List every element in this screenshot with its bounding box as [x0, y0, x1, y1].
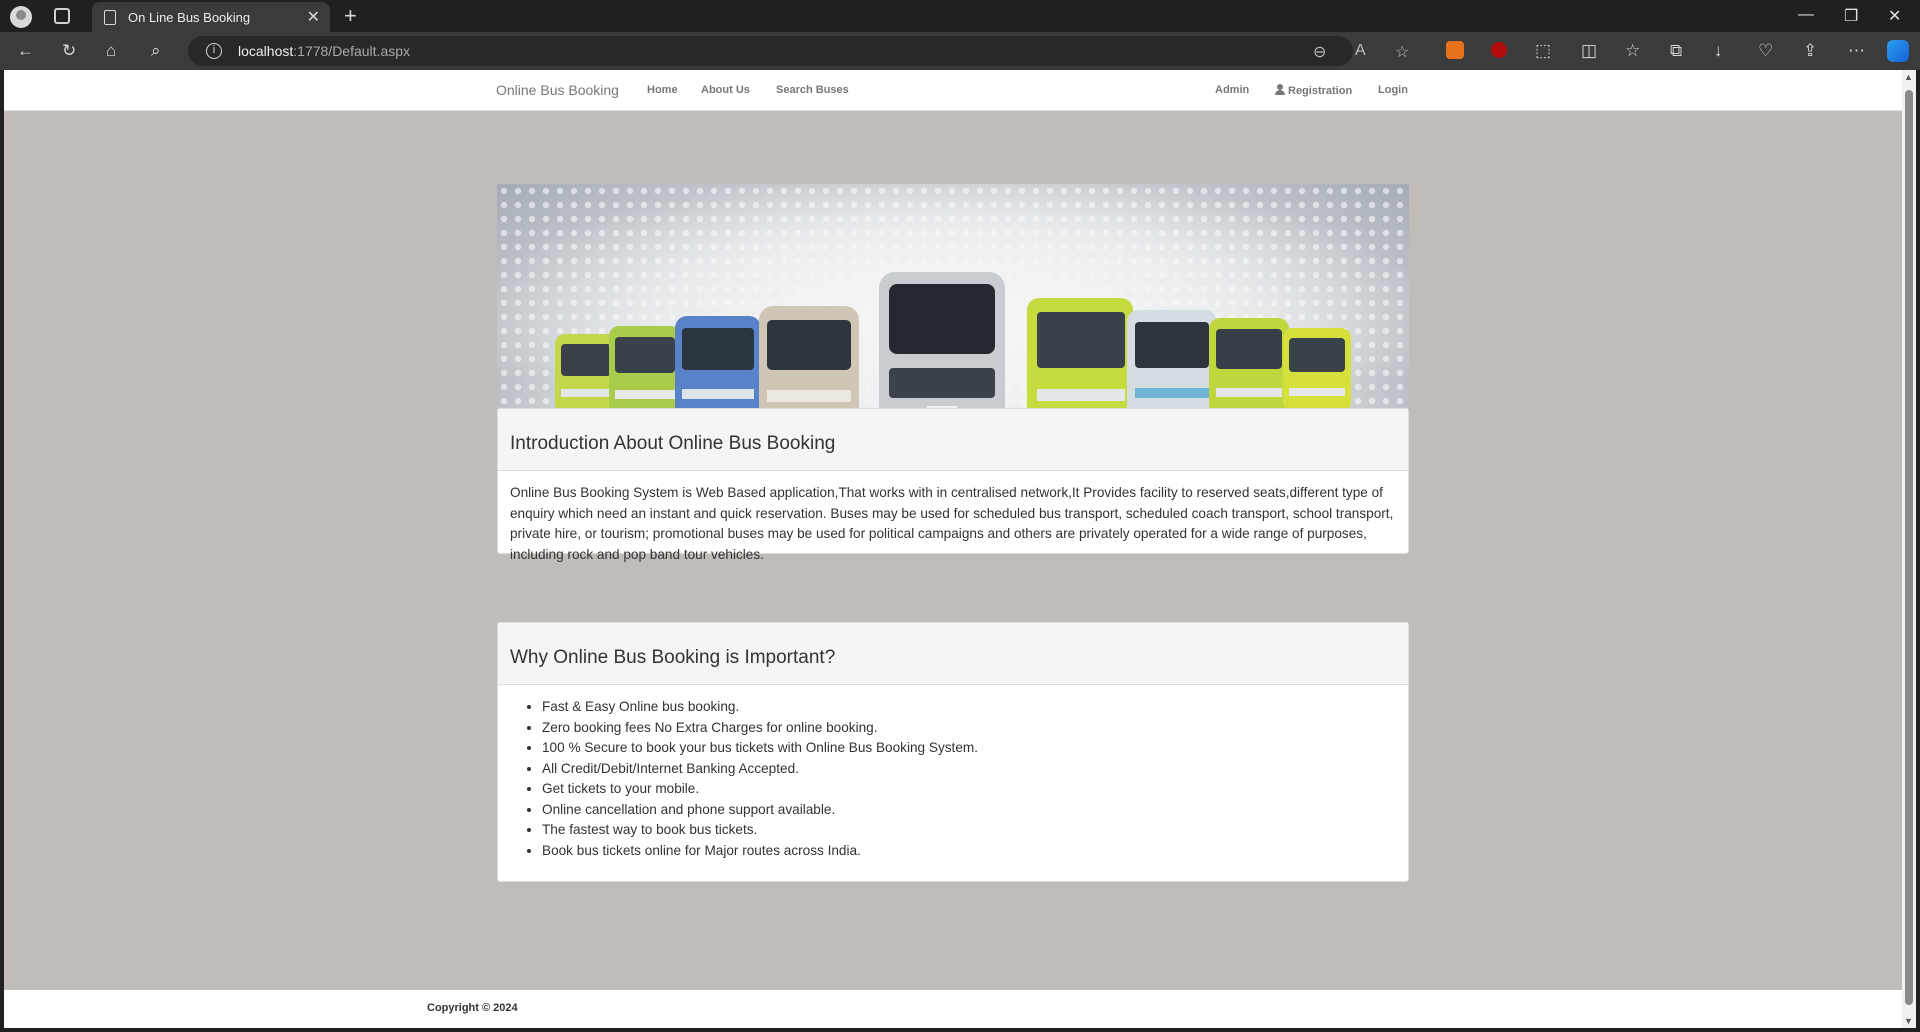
ublock-extension-icon[interactable] [1491, 42, 1507, 58]
why-panel: Why Online Bus Booking is Important? Fas… [497, 622, 1409, 882]
nav-home[interactable]: Home [647, 84, 678, 96]
downloads-icon[interactable]: ↓ [1714, 41, 1723, 61]
page-document-icon [104, 10, 116, 25]
page-scrollbar[interactable]: ▲ ▼ [1902, 70, 1916, 1028]
list-item: All Credit/Debit/Internet Banking Accept… [542, 759, 1396, 780]
nav-login[interactable]: Login [1378, 84, 1408, 96]
bus-right-2 [1127, 310, 1217, 420]
share-icon[interactable]: ⇪ [1803, 41, 1817, 61]
nav-registration[interactable]: Registration [1275, 84, 1352, 97]
address-bar[interactable]: i localhost:1778/Default.aspx ⊖ A ☆ [188, 36, 1409, 66]
nav-search-buses[interactable]: Search Buses [776, 84, 849, 96]
why-heading: Why Online Bus Booking is Important? [498, 623, 1408, 685]
list-item: Zero booking fees No Extra Charges for o… [542, 718, 1396, 739]
intro-text: Online Bus Booking System is Web Based a… [510, 485, 1394, 562]
scroll-down-icon[interactable]: ▼ [1904, 1016, 1913, 1026]
home-icon[interactable]: ⌂ [106, 41, 116, 61]
minimize-icon[interactable]: — [1798, 6, 1814, 24]
refresh-icon[interactable]: ↻ [62, 41, 76, 61]
restore-icon[interactable]: ❐ [1844, 6, 1858, 26]
site-navbar: Online Bus Booking Home About Us Search … [4, 70, 1902, 111]
bus-left-1 [555, 334, 617, 414]
window-close-icon[interactable]: ✕ [1888, 6, 1901, 26]
performance-icon[interactable]: ♡ [1758, 41, 1773, 61]
list-item: Fast & Easy Online bus booking. [542, 697, 1396, 718]
bus-left-2 [609, 326, 681, 418]
list-item: 100 % Secure to book your bus tickets wi… [542, 738, 1396, 759]
bus-right-1 [1027, 298, 1133, 424]
why-body: Fast & Easy Online bus booking. Zero boo… [498, 685, 1408, 861]
nav-registration-label: Registration [1288, 85, 1353, 97]
intro-heading: Introduction About Online Bus Booking [498, 409, 1408, 471]
list-item: Book bus tickets online for Major routes… [542, 841, 1396, 862]
search-icon[interactable]: ⌕ [151, 41, 161, 61]
bus-left-3 [675, 316, 761, 422]
page-viewport: Online Bus Booking Home About Us Search … [4, 70, 1902, 1028]
window-frame-right [1916, 70, 1920, 1032]
read-aloud-icon[interactable]: A [1355, 42, 1366, 60]
nav-about-us[interactable]: About Us [701, 84, 750, 96]
favorite-star-icon[interactable]: ☆ [1395, 42, 1409, 62]
url-host: localhost [238, 43, 294, 59]
split-screen-icon[interactable]: ◫ [1581, 41, 1597, 61]
tab-close-icon[interactable]: ✕ [307, 7, 320, 27]
extensions-icon[interactable]: ⬚ [1535, 41, 1551, 61]
profile-avatar-icon[interactable] [10, 6, 32, 28]
collections-icon[interactable]: ⧉ [1670, 41, 1682, 61]
bus-right-3 [1209, 318, 1289, 416]
bus-right-4 [1283, 328, 1351, 412]
browser-tab-strip: On Line Bus Booking ✕ + — ❐ ✕ [0, 0, 1920, 32]
fox-extension-icon[interactable] [1446, 41, 1464, 59]
site-brand[interactable]: Online Bus Booking [496, 82, 619, 98]
scrollbar-thumb[interactable] [1905, 90, 1913, 1005]
list-item: Get tickets to your mobile. [542, 779, 1396, 800]
favorites-icon[interactable]: ☆ [1625, 41, 1640, 61]
site-footer: Copyright © 2024 [4, 990, 1902, 1028]
copyright-text: Copyright © 2024 [427, 1002, 518, 1014]
copilot-icon[interactable] [1887, 40, 1909, 62]
browser-toolbar: ← ↻ ⌂ ⌕ i localhost:1778/Default.aspx ⊖ … [0, 32, 1920, 70]
new-tab-icon[interactable]: + [344, 3, 357, 29]
window-frame-bottom [0, 1028, 1920, 1032]
why-list: Fast & Easy Online bus booking. Zero boo… [510, 697, 1396, 861]
site-info-icon[interactable]: i [206, 43, 222, 59]
url-text[interactable]: localhost:1778/Default.aspx [238, 43, 410, 59]
intro-panel: Introduction About Online Bus Booking On… [497, 408, 1409, 562]
zoom-out-icon[interactable]: ⊖ [1313, 42, 1326, 62]
workspaces-icon[interactable] [54, 8, 70, 24]
user-icon [1275, 84, 1285, 95]
tab-title: On Line Bus Booking [128, 10, 251, 25]
list-item: Online cancellation and phone support av… [542, 800, 1396, 821]
url-path: :1778/Default.aspx [293, 43, 411, 59]
back-icon[interactable]: ← [17, 41, 34, 61]
browser-tab-active[interactable]: On Line Bus Booking ✕ [92, 2, 330, 32]
nav-admin[interactable]: Admin [1215, 84, 1249, 96]
scroll-up-icon[interactable]: ▲ [1904, 72, 1913, 82]
more-menu-icon[interactable]: ⋯ [1848, 41, 1865, 61]
list-item: The fastest way to book bus tickets. [542, 820, 1396, 841]
